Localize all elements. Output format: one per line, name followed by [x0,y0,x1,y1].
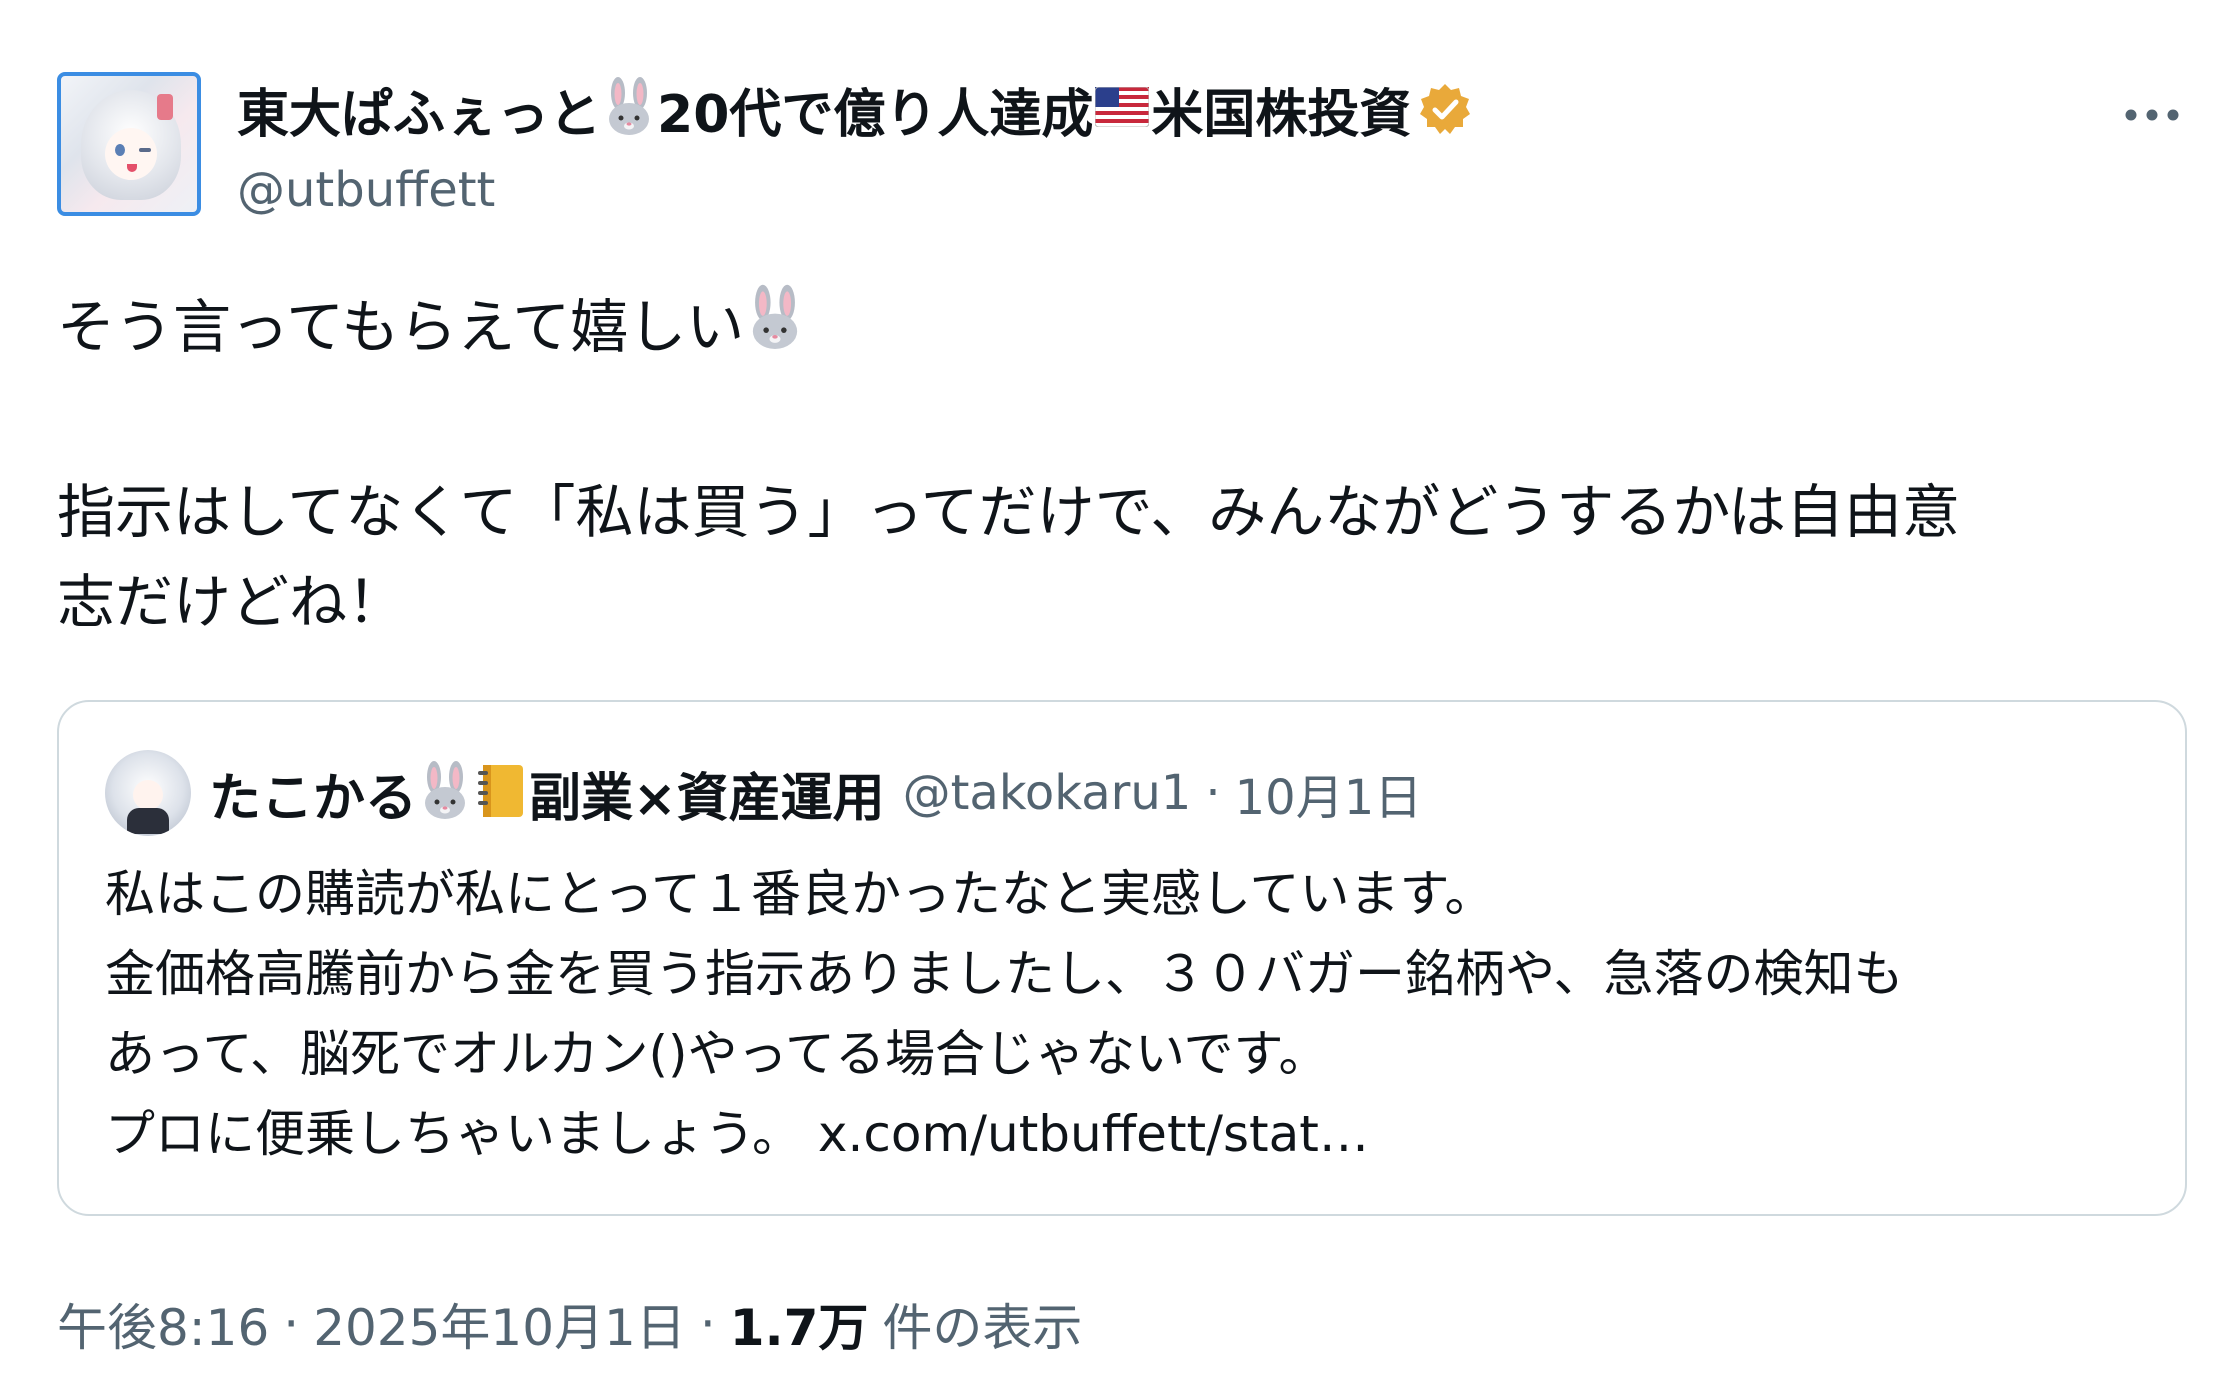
tweet-meta: 午後8:16 · 2025年10月1日 · 1.7万 件の表示 [57,1288,1082,1360]
tweet-text-line3: 志だけどね！ [57,568,406,637]
tweet-text-line1: そう言ってもらえて嬉しい [57,293,745,361]
verified-badge-icon [1417,81,1473,137]
quoted-dot-separator: · [1205,765,1221,821]
quoted-tweet[interactable]: たこかる 副業×資産運用 @takokaru1 · 10月1日 私はこの購読が私… [57,700,2187,1216]
quoted-author-avatar[interactable] [105,750,191,836]
tweet-time[interactable]: 午後8:16 [57,1288,269,1360]
meta-dot-separator: · [283,1295,300,1353]
notebook-emoji [473,761,529,825]
author-display-name-part2[interactable]: 20代で億り人達成 [657,72,1093,147]
views-label: 件の表示 [882,1299,1083,1357]
quoted-tweet-header: たこかる 副業×資産運用 @takokaru1 · 10月1日 [105,750,1422,836]
rabbit-emoji [417,761,473,825]
more-icon[interactable] [2117,90,2187,140]
quoted-line-1: 私はこの購読が私にとって１番良かったなと実感しています。 [105,865,1495,923]
quoted-line-3: あって、脳死でオルカン()やってる場合じゃないです。 [105,1025,1329,1083]
us-flag-emoji [1094,86,1150,131]
author-avatar[interactable] [57,72,201,216]
tweet-text: そう言ってもらえて嬉しい 指示はしてなくて「私は買う」ってだけで、みんながどうす… [57,282,2187,647]
author-handle[interactable]: @utbuffett [237,162,495,218]
quoted-author-name[interactable]: たこかる [209,756,417,831]
views-count: 1.7万 [729,1299,869,1357]
quoted-date[interactable]: 10月1日 [1235,758,1423,828]
rabbit-emoji [744,284,806,377]
meta-dot-separator-2: · [699,1295,716,1353]
rabbit-emoji [601,77,657,141]
author-display-name[interactable]: 東大ぱふぇっと [237,72,601,147]
tweet: 東大ぱふぇっと 20代で億り人達成 米国株投資 @utbuffett そう言って… [57,60,2187,1357]
quoted-line-2: 金価格高騰前から金を買う指示ありましたし、３０バガー銘柄や、急落の検知も [105,945,1904,1003]
author-name-row[interactable]: 東大ぱふぇっと 20代で億り人達成 米国株投資 [237,72,1473,147]
tweet-header: 東大ぱふぇっと 20代で億り人達成 米国株投資 @utbuffett [57,60,2187,220]
tweet-text-line2: 指示はしてなくて「私は買う」ってだけで、みんながどうするかは自由意 [57,478,1960,547]
quoted-line-4: プロに便乗しちゃいましょう。 x.com/utbuffett/stat… [105,1105,1369,1163]
quoted-tweet-text: 私はこの購読が私にとって１番良かったなと実感しています。 金価格高騰前から金を買… [105,854,2145,1174]
tweet-date[interactable]: 2025年10月1日 [313,1288,686,1360]
author-display-name-part3[interactable]: 米国株投資 [1151,72,1411,147]
quoted-author-name-suffix[interactable]: 副業×資産運用 [529,756,885,831]
quoted-author-handle[interactable]: @takokaru1 [903,765,1192,821]
